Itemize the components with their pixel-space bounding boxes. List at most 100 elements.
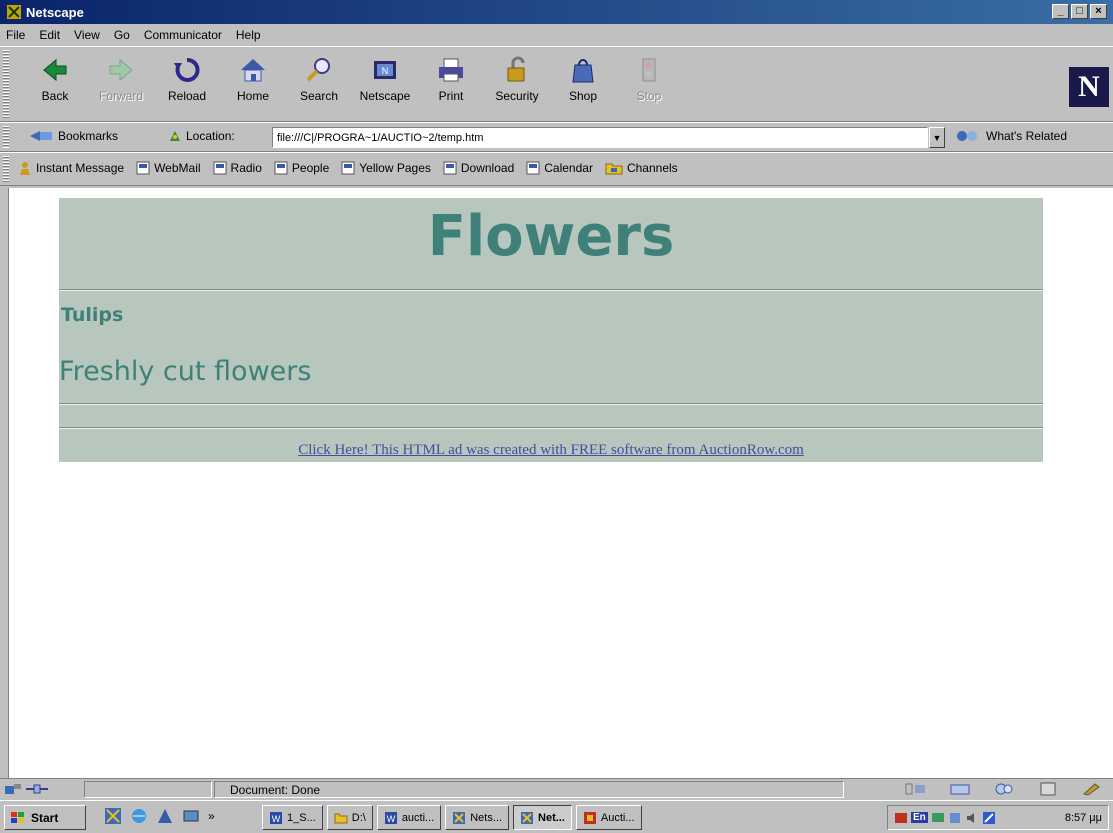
netscape-app-icon	[7, 5, 21, 19]
menu-view[interactable]: View	[74, 28, 100, 42]
reload-button[interactable]: Reload	[154, 55, 220, 115]
word-icon: W	[384, 811, 397, 824]
taskbar-button[interactable]: Nets...	[445, 805, 510, 830]
taskbar-button[interactable]: D:\	[326, 805, 373, 830]
menu-edit[interactable]: Edit	[39, 28, 60, 42]
divider	[59, 427, 1043, 429]
taskbar-button[interactable]: W aucti...	[376, 805, 442, 830]
menu-go[interactable]: Go	[114, 28, 130, 42]
location-url-input[interactable]	[272, 127, 928, 148]
menu-communicator[interactable]: Communicator	[144, 28, 222, 42]
toolbar-grip[interactable]	[3, 50, 9, 118]
folder-icon	[334, 813, 348, 823]
netscape-quicklaunch-icon[interactable]	[104, 807, 122, 825]
stop-button[interactable]: Stop	[616, 55, 682, 115]
status-text: Document: Done	[230, 783, 321, 797]
location-icon	[170, 131, 180, 141]
close-button[interactable]: ×	[1090, 4, 1107, 19]
quick-launch-more[interactable]: »	[208, 809, 215, 823]
title-bar[interactable]: Netscape _ □ ×	[0, 0, 1113, 24]
taskbar-button-label: Aucti...	[600, 811, 635, 824]
maximize-button[interactable]: □	[1071, 4, 1088, 19]
radio-label: Radio	[230, 161, 262, 175]
menu-file[interactable]: File	[6, 28, 25, 42]
address-book-icon[interactable]	[1037, 782, 1059, 796]
tray-network-icon[interactable]	[948, 811, 962, 825]
taskbar-button-active[interactable]: Net...	[513, 805, 572, 830]
task-list: W 1_S... D:\ W aucti... Nets... Net... A…	[262, 805, 642, 830]
webmail-link[interactable]: WebMail	[136, 161, 201, 175]
desktop-quicklaunch-icon[interactable]	[182, 807, 200, 825]
location-grip[interactable]	[3, 126, 9, 148]
word-icon: W	[270, 811, 282, 824]
tray-monitor-icon[interactable]	[931, 811, 945, 825]
whats-related-button[interactable]: What's Related	[956, 129, 1067, 143]
forward-arrow-icon	[109, 58, 133, 82]
taskbar-button-label: Net...	[538, 811, 565, 824]
forward-button[interactable]: Forward	[88, 55, 154, 115]
radio-link[interactable]: Radio	[213, 161, 262, 175]
clock[interactable]: 8:57 μμ	[1065, 812, 1102, 824]
taskbar-button[interactable]: Aucti...	[575, 805, 642, 830]
bookmark-page-icon	[213, 161, 227, 175]
stop-label: Stop	[636, 89, 662, 103]
volume-icon[interactable]	[965, 811, 979, 825]
shop-button[interactable]: Shop	[550, 55, 616, 115]
people-label: People	[291, 161, 330, 175]
tray-tool-icon[interactable]	[982, 811, 996, 825]
tray-app-icon[interactable]	[894, 811, 908, 825]
svg-text:N: N	[382, 66, 389, 76]
calendar-label: Calendar	[544, 161, 593, 175]
minimize-button[interactable]: _	[1052, 4, 1069, 19]
discussion-icon[interactable]	[993, 782, 1015, 796]
home-button[interactable]: Home	[220, 55, 286, 115]
navigation-toolbar: Back Forward Reload Home Search N Netsca…	[0, 46, 1113, 122]
download-link[interactable]: Download	[443, 161, 514, 175]
netscape-logo[interactable]: N	[1069, 67, 1109, 107]
back-button[interactable]: Back	[22, 55, 88, 115]
html-ad-box: Flowers Tulips Freshly cut flowers Click…	[59, 198, 1043, 462]
netscape-label: Netscape	[359, 89, 411, 103]
taskbar-button-label: 1_S...	[287, 811, 316, 824]
bookmarks-label: Bookmarks	[58, 129, 119, 143]
divider	[59, 403, 1043, 405]
language-indicator[interactable]: En	[911, 812, 928, 823]
start-label: Start	[31, 810, 59, 825]
calendar-link[interactable]: Calendar	[526, 161, 593, 175]
component-bar	[905, 782, 1103, 796]
taskbar-button[interactable]: W 1_S...	[262, 805, 323, 830]
instant-message-label: Instant Message	[36, 161, 125, 175]
print-button[interactable]: Print	[418, 55, 484, 115]
netscape-icon	[521, 811, 534, 824]
back-label: Back	[41, 89, 69, 103]
security-label: Security	[495, 89, 539, 103]
browser-quicklaunch-icon[interactable]	[130, 807, 148, 825]
navigator-icon[interactable]	[905, 782, 927, 796]
channels-link[interactable]: Channels	[605, 161, 678, 175]
netscape-button[interactable]: N Netscape	[352, 55, 418, 115]
start-button[interactable]: Start	[4, 805, 86, 830]
people-link[interactable]: People	[274, 161, 329, 175]
whats-related-label: What's Related	[986, 129, 1067, 143]
yellow-pages-link[interactable]: Yellow Pages	[341, 161, 431, 175]
taskbar-button-label: Nets...	[470, 811, 503, 824]
taskbar-button-label: aucti...	[401, 811, 435, 824]
window-controls: _ □ ×	[1052, 4, 1107, 19]
search-button[interactable]: Search	[286, 55, 352, 115]
composer-quicklaunch-icon[interactable]	[156, 807, 174, 825]
mail-icon[interactable]	[949, 782, 971, 796]
personal-grip[interactable]	[3, 156, 9, 182]
reload-label: Reload	[167, 89, 207, 103]
instant-message-link[interactable]: Instant Message	[18, 161, 124, 175]
menu-help[interactable]: Help	[236, 28, 261, 42]
security-button[interactable]: Security	[484, 55, 550, 115]
system-tray: En 8:57 μμ	[887, 805, 1109, 830]
auctionrow-link[interactable]: Click Here! This HTML ad was created wit…	[59, 442, 1043, 459]
search-label: Search	[299, 89, 339, 103]
shop-icon	[572, 59, 594, 83]
bookmarks-button[interactable]: Bookmarks	[30, 129, 118, 143]
channels-folder-icon	[605, 163, 623, 175]
location-dropdown-button[interactable]: ▼	[929, 127, 945, 148]
composer-icon[interactable]	[1081, 782, 1103, 796]
yellow-pages-label: Yellow Pages	[359, 161, 431, 175]
